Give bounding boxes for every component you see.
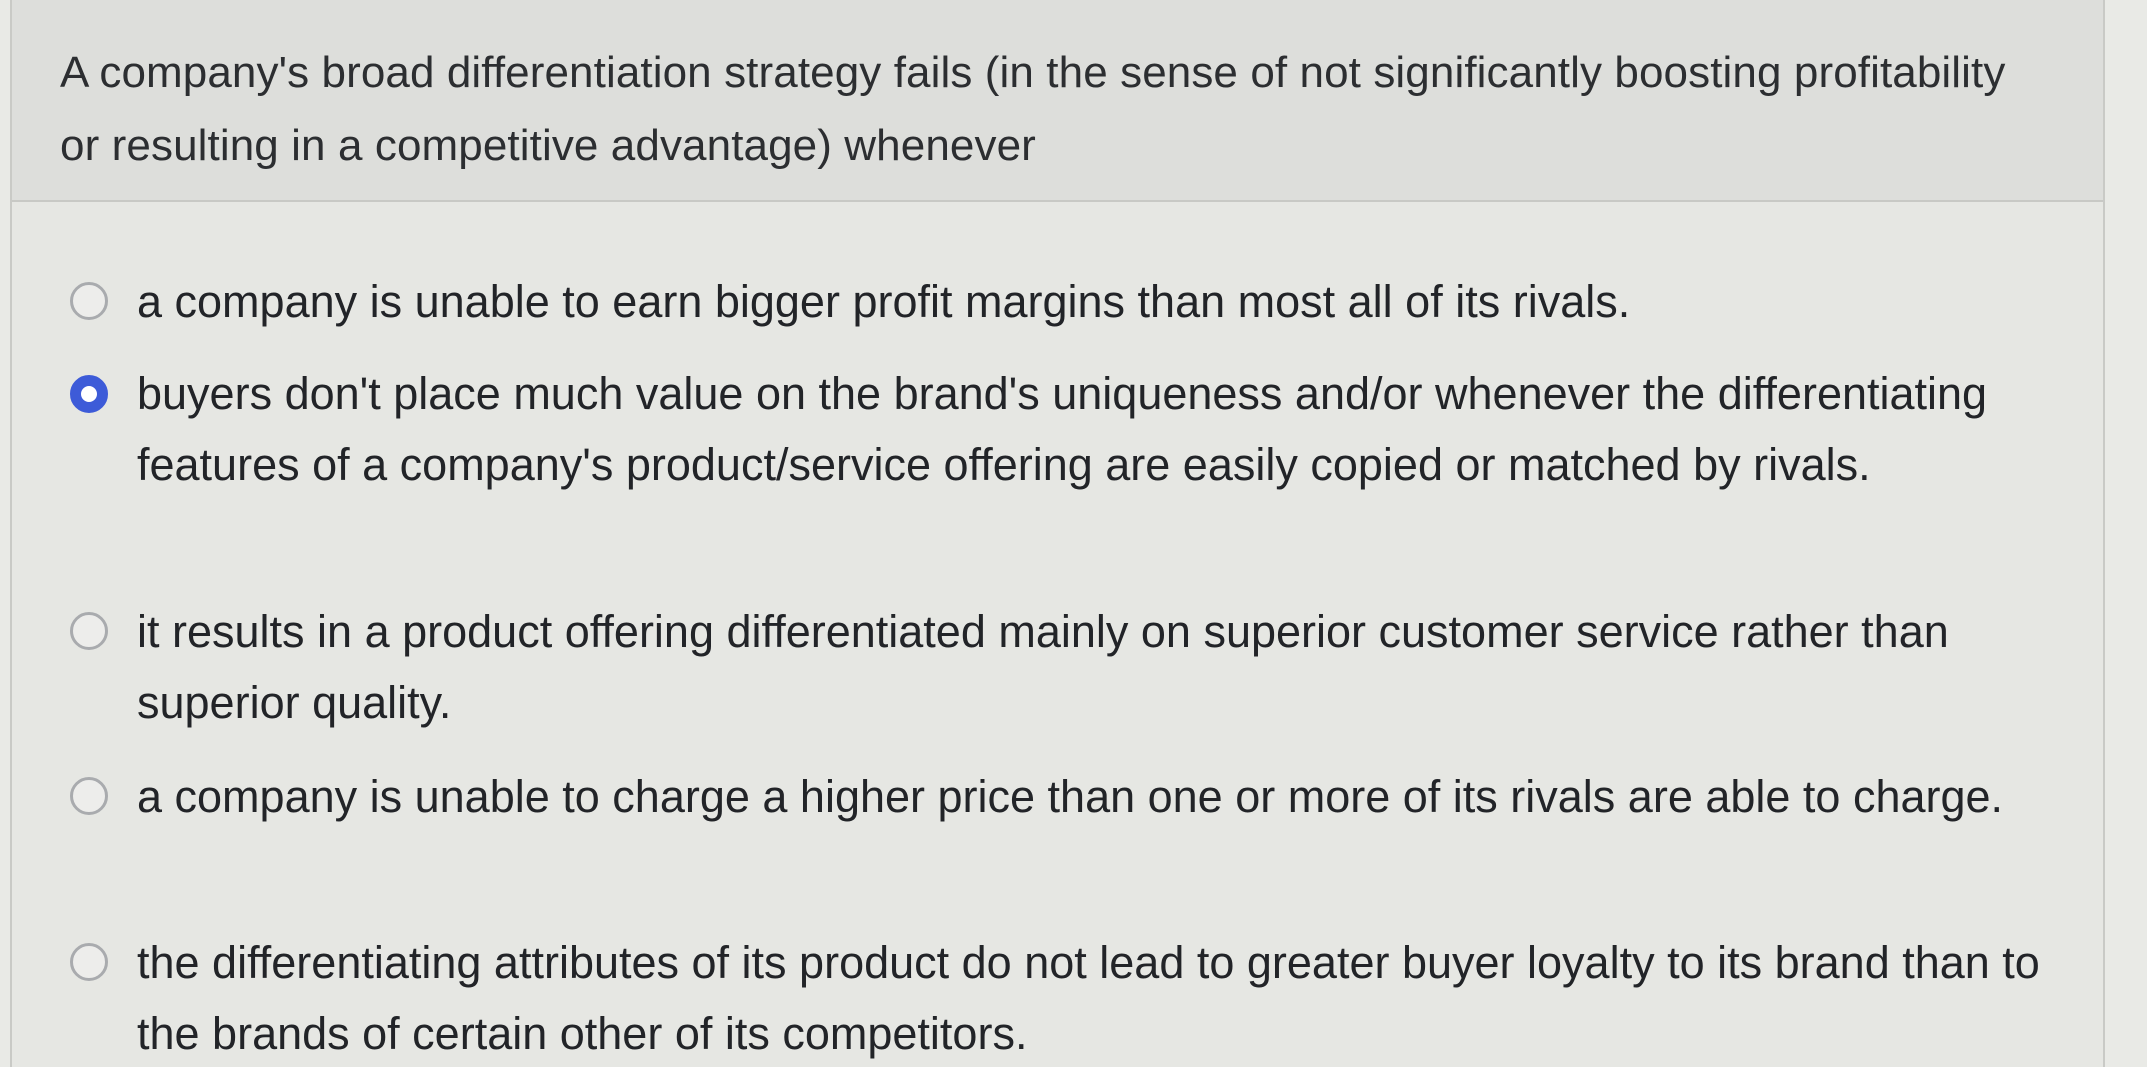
choice-label[interactable]: it results in a product offering differe…	[137, 596, 2057, 738]
question-header: A company's broad differentiation strate…	[12, 0, 2103, 202]
radio-button[interactable]	[70, 612, 108, 650]
choice-label[interactable]: a company is unable to charge a higher p…	[137, 761, 2057, 832]
question-text: A company's broad differentiation strate…	[60, 48, 2006, 170]
choice-label[interactable]: a company is unable to earn bigger profi…	[137, 266, 2057, 337]
radio-button[interactable]	[70, 282, 108, 320]
radio-button-selected[interactable]	[70, 375, 108, 413]
choice-label[interactable]: the differentiating attributes of its pr…	[137, 927, 2057, 1067]
choice-label[interactable]: buyers don't place much value on the bra…	[137, 358, 2057, 500]
radio-button[interactable]	[70, 943, 108, 981]
question-card: A company's broad differentiation strate…	[10, 0, 2105, 1067]
radio-button[interactable]	[70, 777, 108, 815]
